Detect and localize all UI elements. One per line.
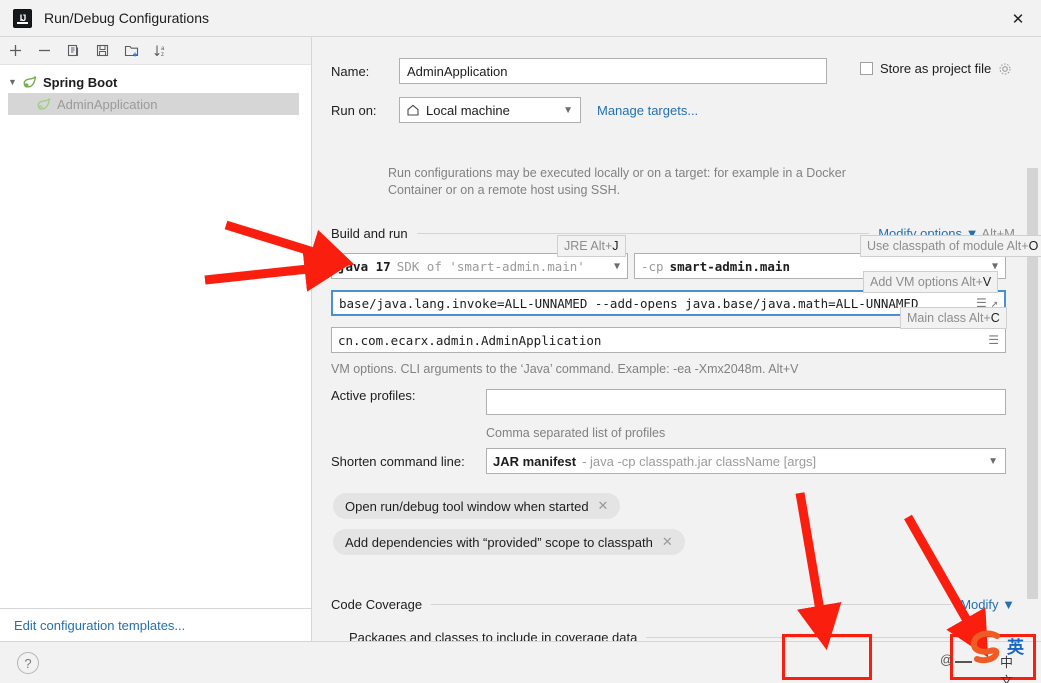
main-class-value: cn.com.ecarx.admin.AdminApplication — [338, 332, 602, 348]
sidebar-item-adminapplication[interactable]: AdminApplication — [8, 93, 299, 115]
close-icon[interactable]: ✕ — [662, 534, 673, 550]
run-on-description: Run configurations may be executed local… — [388, 166, 846, 197]
tree-group-label: Spring Boot — [43, 74, 118, 90]
store-as-project-file-checkbox[interactable] — [860, 62, 873, 75]
close-icon[interactable]: ✕ — [598, 498, 609, 514]
window-title: Run/Debug Configurations — [44, 10, 209, 26]
code-coverage-modify-link[interactable]: Modify ▼ — [951, 597, 1015, 612]
vm-options-value: base/java.lang.invoke=ALL-UNNAMED --add-… — [339, 295, 919, 311]
active-profiles-hint: Comma separated list of profiles — [486, 426, 666, 440]
sort-alphabetical-icon[interactable]: a z — [152, 42, 169, 59]
svg-text:z: z — [161, 52, 164, 58]
active-profiles-input[interactable] — [486, 389, 1006, 415]
main-class-field[interactable]: cn.com.ecarx.admin.AdminApplication ☰ — [331, 327, 1006, 353]
dialog-button-bar: ? Run OK Cancel Apply — [0, 641, 1041, 683]
tag-open-run-debug-tool-window[interactable]: Open run/debug tool window when started … — [333, 493, 621, 519]
shorten-command-line-value: JAR manifest — [493, 453, 577, 469]
browse-icon[interactable]: ☰ — [988, 333, 999, 347]
new-folder-icon[interactable] — [123, 42, 140, 59]
run-on-select[interactable]: Local machine ▼ — [399, 97, 581, 123]
vm-options-shortcut-chip: Add VM options Alt+ V — [863, 271, 999, 293]
configurations-tree: ▼ Spring Boot AdminApplication — [0, 65, 311, 115]
chevron-down-icon[interactable]: ▼ — [8, 77, 22, 87]
chevron-down-icon[interactable]: ▼ — [614, 261, 620, 272]
run-on-value: Local machine — [426, 102, 510, 118]
run-debug-configurations-dialog: IJ Run/Debug Configurations ✕ a z ▼ Spri… — [0, 0, 1041, 683]
shorten-command-line-select[interactable]: JAR manifest - java -cp classpath.jar cl… — [486, 448, 1006, 474]
section-divider — [416, 233, 870, 234]
chevron-down-icon[interactable]: ▼ — [988, 456, 998, 467]
tag-label: Add dependencies with “provided” scope t… — [345, 534, 653, 550]
content-scrollbar[interactable] — [1027, 168, 1038, 599]
name-label: Name: — [331, 63, 370, 79]
ime-at-symbol: @ — [940, 652, 954, 667]
code-coverage-section-header: Code Coverage Modify ▼ — [331, 597, 1015, 612]
shorten-command-line-label: Shorten command line: — [331, 454, 465, 469]
jre-value: java 17 — [338, 258, 391, 274]
manage-targets-link[interactable]: Manage targets... — [597, 103, 698, 118]
chevron-down-icon[interactable]: ▼ — [992, 261, 998, 272]
sidebar-item-label: AdminApplication — [57, 96, 158, 112]
run-on-row: Run on: Local machine ▼ Manage targets..… — [331, 97, 698, 123]
classpath-module-value: smart-admin.main — [669, 258, 790, 274]
build-and-run-title: Build and run — [331, 226, 408, 241]
chevron-down-icon[interactable]: ▼ — [563, 105, 573, 116]
home-icon — [406, 103, 420, 117]
store-as-project-file-label: Store as project file — [880, 61, 992, 76]
minus-icon[interactable] — [36, 42, 53, 59]
plus-icon[interactable] — [7, 42, 24, 59]
spring-boot-icon — [36, 97, 53, 112]
gear-icon[interactable] — [998, 62, 1012, 76]
run-on-label: Run on: — [331, 102, 377, 118]
tree-group-spring-boot[interactable]: ▼ Spring Boot — [0, 71, 311, 93]
name-input[interactable] — [399, 58, 827, 84]
configuration-form: Name: Store as project file Run on: Loca… — [312, 37, 1041, 641]
jre-sdk-hint: SDK of 'smart-admin.main' — [396, 258, 585, 274]
coverage-packages-subheader: Packages and classes to include in cover… — [349, 630, 1015, 641]
classpath-flag: -cp — [641, 258, 664, 274]
active-profiles-label: Active profiles: — [331, 388, 416, 403]
tag-add-provided-dependencies[interactable]: Add dependencies with “provided” scope t… — [333, 529, 685, 555]
copy-icon[interactable] — [65, 42, 82, 59]
classpath-module-shortcut-chip: Use classpath of module Alt+ O — [860, 235, 1041, 257]
intellij-idea-logo-icon: IJ — [13, 8, 32, 28]
main-class-shortcut-chip: Main class Alt+ C — [900, 307, 1007, 329]
section-divider — [431, 604, 952, 605]
jre-shortcut-chip: JRE Alt+ J — [557, 235, 626, 257]
edit-configuration-templates-link[interactable]: Edit configuration templates... — [14, 618, 185, 633]
tag-label: Open run/debug tool window when started — [345, 498, 589, 514]
configurations-sidebar: a z ▼ Spring Boot AdminApplication Edit … — [0, 37, 312, 641]
code-coverage-title: Code Coverage — [331, 597, 423, 612]
sidebar-toolbar: a z — [0, 37, 311, 65]
save-icon[interactable] — [94, 42, 111, 59]
ime-secondary-label[interactable]: 中文 — [1000, 652, 1013, 683]
close-icon[interactable]: ✕ — [995, 0, 1041, 37]
sidebar-footer: Edit configuration templates... — [0, 608, 311, 641]
shorten-command-line-desc: - java -cp classpath.jar className [args… — [582, 453, 817, 469]
title-bar: IJ Run/Debug Configurations ✕ — [0, 0, 1041, 37]
coverage-packages-title: Packages and classes to include in cover… — [349, 630, 638, 641]
store-as-project-file-row[interactable]: Store as project file — [860, 61, 1012, 76]
section-divider — [646, 637, 1015, 638]
vm-options-hint: VM options. CLI arguments to the ‘Java’ … — [331, 362, 799, 376]
spring-boot-icon — [22, 75, 39, 90]
help-button[interactable]: ? — [17, 652, 39, 674]
